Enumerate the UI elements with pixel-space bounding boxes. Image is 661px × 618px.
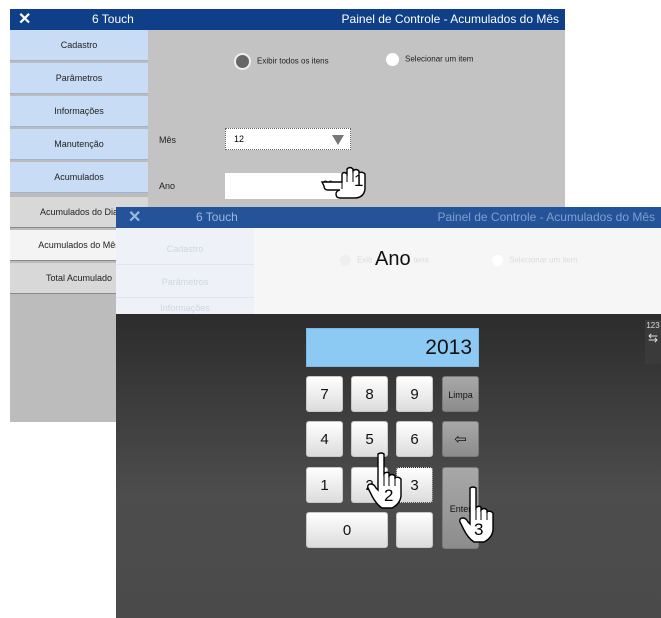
keyboard-toggle-icon: ⇆ [647, 331, 659, 345]
close-icon[interactable]: ✕ [128, 208, 141, 227]
radio-selecionar-item-faded: Selecionar um item [492, 255, 577, 266]
chevron-down-icon [332, 135, 344, 145]
sidebar-item-informacoes[interactable]: Informações [10, 96, 148, 127]
sidebar-faded: Cadastro Parâmetros Informações [116, 228, 254, 314]
ano-label: Ano [159, 181, 176, 191]
hand-pointer-icon [320, 165, 376, 207]
mes-select[interactable]: 12 [225, 128, 351, 150]
sidebar-item-parametros: Parâmetros [116, 267, 254, 298]
sidebar-item-cadastro: Cadastro [116, 234, 254, 265]
title-bar: ✕ 6 Touch Painel de Controle - Acumulado… [10, 9, 565, 30]
radio-selected-icon [234, 53, 251, 70]
sidebar-item-acumulados[interactable]: Acumulados [10, 162, 148, 193]
sidebar-item-parametros[interactable]: Parâmetros [10, 63, 148, 94]
step-number-1: 1 [354, 171, 364, 190]
mes-label: Mês [159, 135, 177, 145]
numeric-display: 2013 [306, 328, 479, 367]
title-bar-faded: ✕ 6 Touch Painel de Controle - Acumulado… [116, 207, 661, 228]
key-7[interactable]: 7 [306, 376, 343, 412]
key-9[interactable]: 9 [396, 376, 433, 412]
radio-unselected-icon [386, 53, 399, 66]
key-4[interactable]: 4 [306, 421, 343, 457]
window-title: Painel de Controle - Acumulados do Mês [341, 12, 559, 26]
sidebar-item-cadastro[interactable]: Cadastro [10, 30, 148, 61]
backspace-icon[interactable]: ⇦ [442, 421, 479, 457]
numeric-mode-badge[interactable]: 123 ⇆ [645, 320, 661, 364]
step-number-2: 2 [384, 486, 394, 505]
window-title: Painel de Controle - Acumulados do Mês [437, 210, 655, 224]
clear-button[interactable]: Limpa [442, 376, 479, 412]
key-blank[interactable] [396, 512, 433, 548]
key-0[interactable]: 0 [306, 512, 388, 548]
radio-selecionar-item[interactable]: Selecionar um item [386, 53, 473, 66]
app-name: 6 Touch [92, 12, 134, 26]
dialog-title: Ano [372, 248, 414, 271]
sidebar-item-manutencao[interactable]: Manutenção [10, 129, 148, 160]
step-number-3: 3 [474, 520, 484, 539]
key-1[interactable]: 1 [306, 467, 343, 503]
radio-icon [340, 255, 351, 266]
app-name: 6 Touch [196, 210, 238, 224]
radio-exibir-todos[interactable]: Exibir todos os itens [234, 53, 329, 70]
key-8[interactable]: 8 [351, 376, 388, 412]
radio-icon [492, 255, 503, 266]
front-window: ✕ 6 Touch Painel de Controle - Acumulado… [116, 207, 661, 618]
close-icon[interactable]: ✕ [18, 10, 31, 29]
